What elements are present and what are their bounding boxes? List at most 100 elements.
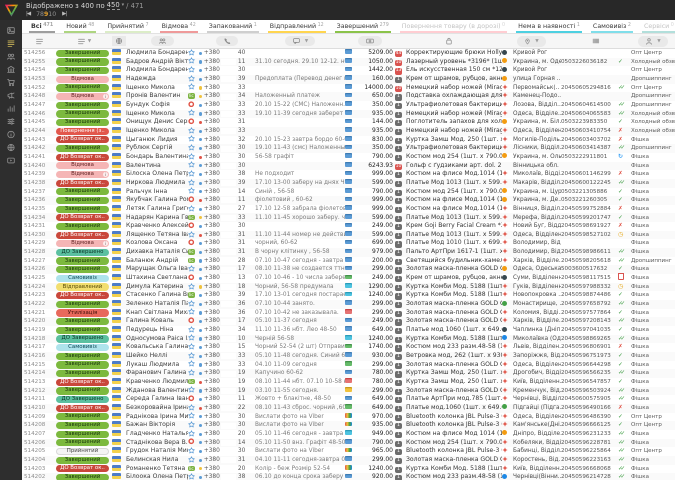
ttn-number[interactable]: 20450601146299 [561, 170, 618, 179]
order-row-514210[interactable]: 514210ДО Возврат ок..Безкоровайна Ірина+… [22, 404, 675, 413]
order-status[interactable]: Завершений [56, 206, 112, 213]
ttn-number[interactable]: 20450596490166 [561, 404, 618, 413]
order-row-514211[interactable]: 514211ДО ЗавершеноСереда Галина Івані..+… [22, 395, 675, 404]
client-phone[interactable]: +38020 [199, 465, 255, 474]
order-status[interactable]: ДО Возврат ок.. [56, 154, 112, 161]
ttn-number[interactable]: 20450596806901 [561, 343, 618, 352]
ttn-number[interactable]: 20450597041035 [561, 326, 618, 335]
ttn-number[interactable]: 0503226036182 [561, 58, 618, 67]
first-page-button[interactable]: |◀ [26, 12, 30, 18]
order-status[interactable]: Відмоваi [56, 240, 112, 247]
order-row-514223[interactable]: 514223ДО Возврат ок..Стасенко Галина Ви.… [22, 291, 675, 300]
order-status[interactable]: ДО Завершено [56, 396, 112, 403]
order-row-514236[interactable]: 514236ЗавершенийЯкубчак Галина Ром..+380… [22, 196, 675, 205]
ttn-number[interactable]: 20450596231233 [561, 430, 618, 439]
order-status[interactable]: Завершений [56, 439, 112, 446]
order-status[interactable]: Відправлений [56, 283, 112, 290]
ttn-number[interactable]: 5003600517632 [561, 265, 618, 274]
ttn-number[interactable]: 20450596666125 [561, 421, 618, 430]
ttn-number[interactable]: 0503221305886 [561, 188, 618, 197]
order-status[interactable]: Завершений [56, 266, 112, 273]
order-row-514247[interactable]: 514247ЗавершенийБундук Софія+3803320.10 … [22, 101, 675, 110]
order-row-514208[interactable]: 514208ЗавершенийБажан Вікторія+38030Висл… [22, 421, 675, 430]
order-row-514244[interactable]: 514244Повернення (з..Іщенко Микола+38033… [22, 127, 675, 136]
ttn-number[interactable]: 20450597658792 [561, 300, 618, 309]
order-status[interactable]: Самовивіз [56, 344, 112, 351]
order-status[interactable]: ДО Возврат ок.. [56, 232, 112, 239]
order-row-514212[interactable]: 514212ЗавершенийЖданова Валентина+380190… [22, 387, 675, 396]
order-status[interactable]: Завершений [56, 67, 112, 74]
ttn-number[interactable]: 20450604065583 [561, 110, 618, 119]
analytics-icon[interactable] [3, 104, 19, 113]
client-phone[interactable]: +38020 [199, 430, 255, 439]
client-phone[interactable]: +38034 [199, 92, 255, 101]
client-phone[interactable]: +38030 [199, 413, 255, 422]
order-row-514241[interactable]: 514241ДО Возврат ок..Бондарь Валентина..… [22, 153, 675, 162]
page-size-value[interactable]: 450 [107, 2, 120, 10]
order-row-514221[interactable]: 514221УтилізаціяКнап Світлана Миха..+380… [22, 309, 675, 318]
order-row-514205[interactable]: 514205ПрийнятийГрудок Наталія Мик..+3803… [22, 447, 675, 456]
order-row-514239[interactable]: 514239ВідмоваiБілоска Олена Петр..+38038… [22, 170, 675, 179]
order-status[interactable]: ДО Возврат ок.. [56, 465, 112, 472]
order-row-514228[interactable]: 514228ДО ЗавершеноДихавка Наталія Си..li… [22, 248, 675, 257]
ttn-number[interactable]: 20450600122245 [561, 179, 618, 188]
col-product-header[interactable] [395, 37, 502, 46]
client-phone[interactable]: +38014 [199, 188, 255, 197]
order-row-514229[interactable]: 514229ВідмоваiКозлова Оксана+38031чорний… [22, 239, 675, 248]
client-phone[interactable]: +38030 [199, 162, 255, 171]
client-phone[interactable]: +38033 [199, 361, 255, 370]
order-row-514202[interactable]: 514202ЗавершенийБілоока Олена Петр..+380… [22, 473, 675, 480]
order-status[interactable]: Утилізація [56, 309, 112, 316]
ttn-number[interactable]: 20450597577864 [561, 309, 618, 318]
ttn-number[interactable]: 0503223983350 [561, 118, 618, 127]
client-phone[interactable]: +38011 [199, 196, 255, 205]
ttn-number[interactable]: 20450603410754 [561, 127, 618, 136]
order-row-514204[interactable]: 514204ЗавершенийБелинская Нила+3803104.1… [22, 456, 675, 465]
cart-icon[interactable] [3, 78, 19, 87]
page-button-10[interactable]: 10 [48, 11, 56, 18]
client-phone[interactable]: +38010 [199, 335, 255, 344]
order-status[interactable]: Завершений [56, 188, 112, 195]
client-phone[interactable]: +38031 [199, 456, 255, 465]
client-phone[interactable]: +38022 [199, 404, 255, 413]
ttn-number[interactable]: 20450603414387 [561, 144, 618, 153]
order-status[interactable]: Відмова [56, 162, 112, 169]
order-row-514216[interactable]: 514216ЗавершенийШейко Неллі+3803305.10 1… [22, 352, 675, 361]
order-row-514255[interactable]: 514255ЗавершенийБадров Андрій Вікт..+380… [22, 58, 675, 67]
col-phone-header[interactable] [199, 36, 255, 46]
order-status[interactable]: Завершений [56, 361, 112, 368]
ttn-number[interactable]: 20450596503924 [561, 387, 618, 396]
order-row-514242[interactable]: 514242ЗавершенийРублюк Сергій+3803019.10… [22, 144, 675, 153]
order-status[interactable]: Завершений [56, 474, 112, 480]
client-phone[interactable]: +38033 [199, 127, 255, 136]
ttn-number[interactable]: 0503222911801 [561, 153, 618, 162]
order-status[interactable]: Завершений [56, 413, 112, 420]
order-status[interactable]: Завершений [56, 353, 112, 360]
order-row-514219[interactable]: 514219ЗавершенийПедурець Ніна+3803411.10… [22, 326, 675, 335]
tab-Новий[interactable]: Новий48 [64, 20, 96, 33]
client-phone[interactable]: +38017 [199, 265, 255, 274]
order-status[interactable]: ДО Завершено [56, 249, 112, 256]
order-row-514217[interactable]: 514217СамовивізКовальська Галина+38015Чо… [22, 343, 675, 352]
last-page-button[interactable]: ▶| [62, 12, 66, 18]
order-row-514226[interactable]: 514226ЗавершенийМарущак Ольга Іва..+3801… [22, 265, 675, 274]
order-row-514213[interactable]: 514213ДО Возврат ок..Кравченко Людмилаli… [22, 378, 675, 387]
client-phone[interactable]: +38031 [199, 239, 255, 248]
order-row-514222[interactable]: 514222ЗавершенийЗеленко Наталія Па..+380… [22, 300, 675, 309]
warehouse-icon[interactable] [3, 65, 19, 74]
ttn-number[interactable]: 20450598869265 [561, 335, 618, 344]
order-status[interactable]: Завершений [56, 327, 112, 334]
order-status[interactable]: Відмоваi [56, 171, 112, 178]
client-phone[interactable]: +38019 [199, 378, 255, 387]
ttn-number[interactable]: 20450598205618 [561, 257, 618, 266]
ttn-number[interactable]: 20450596214728 [561, 473, 618, 480]
order-row-514237[interactable]: 514237ЗавершенийРальчук Інна+38014Синій … [22, 188, 675, 197]
ttn-number[interactable]: 20450598986611 [561, 248, 618, 257]
page-size-caret-icon[interactable]: ▾ [122, 3, 125, 8]
client-phone[interactable]: +38019 [199, 369, 255, 378]
tab-Повернення товару (в дорозі)[interactable]: Повернення товару (в дорозі)0 [400, 20, 507, 33]
client-phone[interactable]: +38011 [199, 395, 255, 404]
ttn-number[interactable]: 20450596566235 [561, 369, 618, 378]
client-phone[interactable]: +38036 [199, 309, 255, 318]
ttn-number[interactable]: 20450597208143 [561, 317, 618, 326]
